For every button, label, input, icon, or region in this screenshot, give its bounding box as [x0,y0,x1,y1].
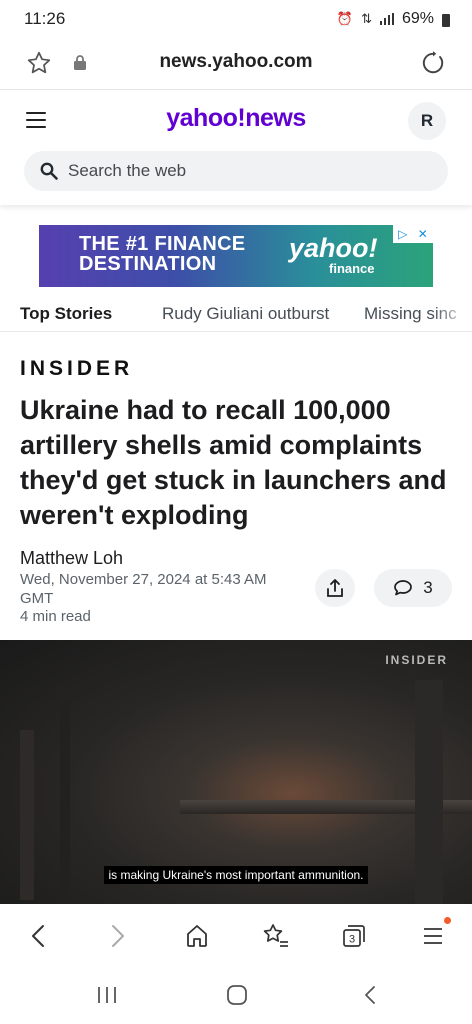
avatar[interactable]: R [408,102,446,140]
article-read-time: 4 min read [20,608,91,625]
tab-top-stories[interactable]: Top Stories [20,304,112,324]
system-back-icon[interactable] [362,985,378,1005]
search-input[interactable] [68,161,408,181]
bookmarks-icon[interactable] [262,923,290,949]
search-bar[interactable] [24,151,448,191]
ad-choices-icon[interactable]: ▷ ✕ [393,225,433,243]
site-header: yahoo!news R [0,90,472,205]
battery-icon [442,13,450,27]
forward-icon[interactable] [108,923,128,949]
home-icon[interactable] [185,923,209,949]
ad-headline: THE #1 FINANCE DESTINATION [79,233,246,275]
article-headline: Ukraine had to recall 100,000 artillery … [20,395,447,530]
comment-icon [394,580,413,596]
ad-logo-sub: finance [329,261,375,276]
comment-count: 3 [423,578,433,597]
article-date: Wed, November 27, 2024 at 5:43 AM GMT [20,571,267,607]
video-caption-text: is making Ukraine's most important ammun… [104,866,368,884]
tab-rudy-giuliani[interactable]: Rudy Giuliani outburst [162,304,329,324]
status-icons: ⏰ ⇅ 69% [337,10,450,28]
notification-dot [444,917,451,924]
comments-button[interactable]: 3 [374,569,452,607]
reload-icon[interactable] [420,50,446,76]
data-icon: ⇅ [361,11,372,26]
story-tabs: Top Stories Rudy Giuliani outburst Missi… [0,296,472,332]
article-video[interactable]: INSIDER is making Ukraine's most importa… [0,640,472,904]
url-bar: news.yahoo.com [0,38,472,90]
ad-logo: yahoo! [289,233,378,263]
back-icon[interactable] [28,923,48,949]
yahoo-news-logo[interactable]: yahoo!news [0,104,472,133]
system-nav-bar [0,967,472,1024]
article-author[interactable]: Matthew Loh [20,548,123,569]
battery-percent: 69% [401,10,434,27]
search-icon [40,162,58,180]
logo-news: news [245,104,306,132]
tab-count: 3 [349,934,355,946]
menu-icon[interactable] [421,923,445,949]
recent-apps-icon[interactable] [96,985,118,1005]
browser-toolbar: 3 [0,905,472,967]
alarm-icon: ⏰ [336,11,354,26]
status-bar: 11:26 ⏰ ⇅ 69% [0,0,472,38]
tabs-fade [432,296,472,331]
status-time: 11:26 [24,9,66,28]
share-icon [327,579,343,597]
video-brand-watermark: INSIDER [385,653,448,667]
video-caption: is making Ukraine's most important ammun… [0,866,472,884]
logo-yahoo: yahoo [166,104,238,132]
share-button[interactable] [315,569,355,607]
ad-banner[interactable]: THE #1 FINANCE DESTINATION yahoo! financ… [39,225,433,287]
tabs-icon[interactable]: 3 [341,923,367,949]
signal-icon [379,13,394,25]
url-text[interactable]: news.yahoo.com [0,51,472,73]
home-button-icon[interactable] [226,985,248,1005]
article-source-logo[interactable]: INSIDER [20,357,133,381]
